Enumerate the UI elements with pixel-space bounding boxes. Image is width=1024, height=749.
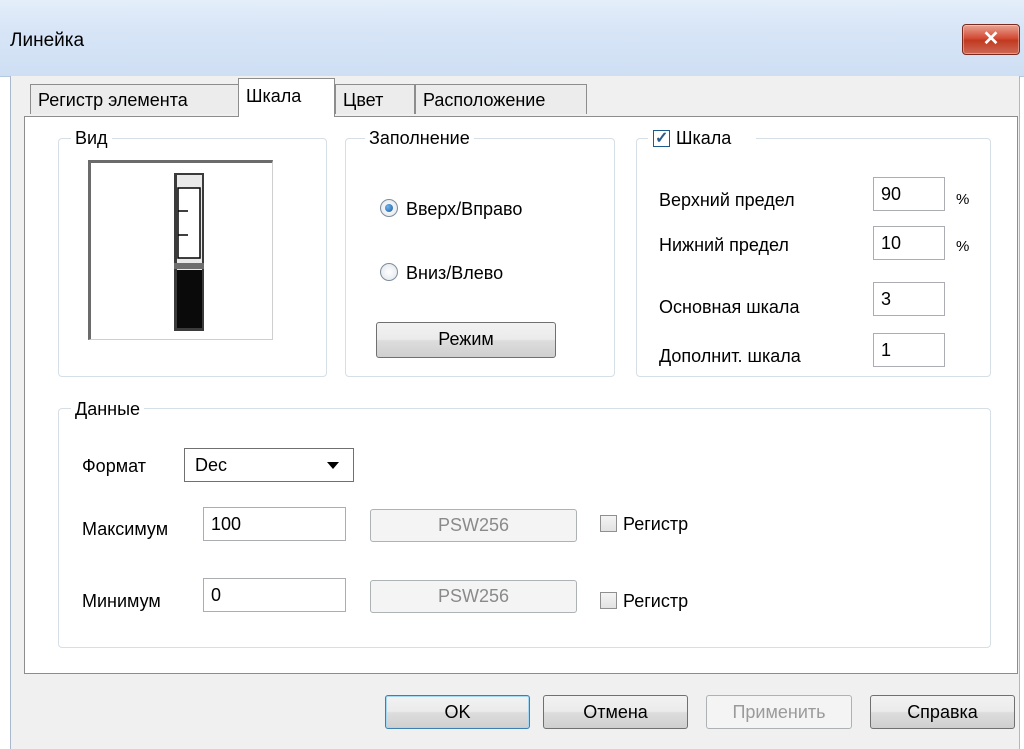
chevron-down-icon <box>327 462 339 469</box>
tab-label: Шкала <box>246 86 302 106</box>
tab-color[interactable]: Цвет <box>335 84 415 114</box>
min-register-label[interactable]: Регистр <box>623 591 688 611</box>
radio-down-left[interactable] <box>380 263 398 281</box>
checkmark-icon: ✓ <box>655 130 669 147</box>
upper-limit-label: Верхний предел <box>659 190 795 210</box>
cancel-button[interactable]: Отмена <box>543 695 688 729</box>
bar-preview <box>88 160 273 340</box>
max-register-button[interactable]: PSW256 <box>370 509 577 542</box>
title-bar <box>0 0 1024 77</box>
view-group-title: Вид <box>71 128 112 148</box>
major-scale-input[interactable] <box>873 282 945 316</box>
lower-limit-input[interactable] <box>873 226 945 260</box>
format-label: Формат <box>82 456 146 476</box>
max-register-label[interactable]: Регистр <box>623 514 688 534</box>
close-button[interactable]: ✕ <box>962 24 1020 55</box>
major-scale-label: Основная шкала <box>659 297 800 317</box>
ok-button[interactable]: OK <box>385 695 530 729</box>
min-register-button[interactable]: PSW256 <box>370 580 577 613</box>
upper-limit-input[interactable] <box>873 177 945 211</box>
radio-up-right[interactable] <box>380 199 398 217</box>
tab-element-register[interactable]: Регистр элемента <box>30 84 240 114</box>
scale-checkbox[interactable]: ✓ <box>653 130 670 147</box>
max-register-checkbox[interactable] <box>600 515 617 532</box>
fill-group-title: Заполнение <box>365 128 474 148</box>
min-input[interactable] <box>203 578 346 612</box>
min-label: Минимум <box>82 591 161 611</box>
tab-position[interactable]: Расположение <box>415 84 587 114</box>
tab-scale[interactable]: Шкала <box>238 78 335 117</box>
tab-label: Регистр элемента <box>38 90 188 110</box>
lower-limit-percent: % <box>956 238 970 255</box>
mode-button[interactable]: Режим <box>376 322 556 358</box>
format-select-value: Dec <box>195 455 228 475</box>
lower-limit-label: Нижний предел <box>659 235 789 255</box>
radio-down-left-label[interactable]: Вниз/Влево <box>406 263 503 283</box>
upper-limit-percent: % <box>956 191 970 208</box>
radio-selected-dot <box>385 204 393 212</box>
help-button[interactable]: Справка <box>870 695 1015 729</box>
radio-up-right-label[interactable]: Вверх/Вправо <box>406 199 522 219</box>
max-label: Максимум <box>82 519 169 539</box>
apply-button[interactable]: Применить <box>706 695 852 729</box>
min-register-checkbox[interactable] <box>600 592 617 609</box>
bar-graph-icon <box>174 173 204 331</box>
data-group-title: Данные <box>71 399 145 419</box>
tab-label: Расположение <box>423 90 546 110</box>
scale-group-title[interactable]: Шкала <box>676 128 731 148</box>
minor-scale-input[interactable] <box>873 333 945 367</box>
format-select[interactable]: Dec <box>184 448 354 482</box>
window-title: Линейка <box>10 30 85 51</box>
tab-label: Цвет <box>343 90 384 110</box>
minor-scale-label: Дополнит. шкала <box>659 346 801 366</box>
close-icon: ✕ <box>982 28 1000 50</box>
max-input[interactable] <box>203 507 346 541</box>
